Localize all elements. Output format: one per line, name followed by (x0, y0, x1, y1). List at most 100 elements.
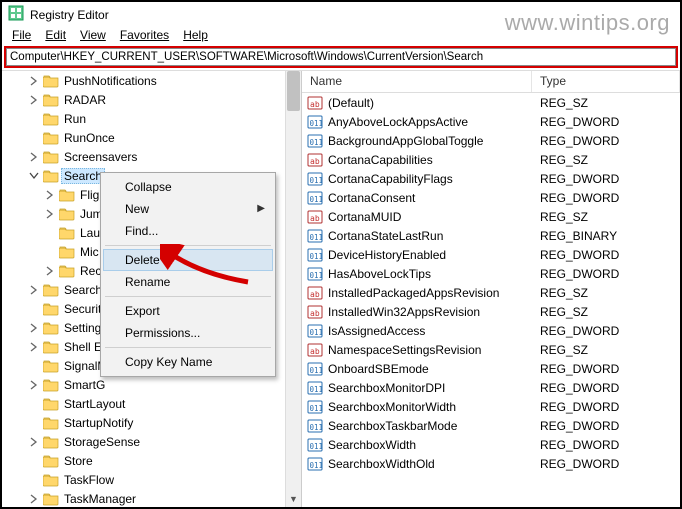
context-item-find[interactable]: Find... (103, 220, 273, 242)
twisty-icon[interactable] (27, 340, 41, 354)
reg-sz-icon: ab (306, 342, 324, 358)
twisty-icon[interactable] (27, 302, 41, 316)
value-name: AnyAboveLockAppsActive (328, 115, 536, 129)
twisty-icon[interactable] (43, 188, 57, 202)
context-menu[interactable]: Collapse New▶Find... Delete Rename ExportPer… (100, 172, 276, 377)
twisty-icon[interactable] (27, 131, 41, 145)
twisty-icon[interactable] (27, 454, 41, 468)
context-item-label: Rename (125, 275, 170, 289)
value-row[interactable]: 011CortanaConsentREG_DWORD (302, 188, 680, 207)
tree-item[interactable]: StartLayout (25, 394, 301, 413)
context-item-label: Collapse (125, 180, 172, 194)
context-item-collapse[interactable]: Collapse (103, 176, 273, 198)
svg-text:011: 011 (310, 442, 324, 451)
menu-separator (105, 347, 271, 348)
value-row[interactable]: 011CortanaCapabilityFlagsREG_DWORD (302, 169, 680, 188)
twisty-icon[interactable] (27, 359, 41, 373)
tree-item[interactable]: Run (25, 109, 301, 128)
folder-icon (59, 188, 75, 202)
twisty-icon[interactable] (27, 435, 41, 449)
reg-sz-icon: ab (306, 209, 324, 225)
twisty-icon[interactable] (27, 321, 41, 335)
twisty-icon[interactable] (27, 378, 41, 392)
menu-favorites[interactable]: Favorites (114, 26, 175, 44)
value-row[interactable]: ab(Default)REG_SZ (302, 93, 680, 112)
context-item-permissions[interactable]: Permissions... (103, 322, 273, 344)
menu-edit[interactable]: Edit (39, 26, 72, 44)
scroll-thumb[interactable] (287, 71, 300, 111)
twisty-icon[interactable] (27, 283, 41, 297)
value-row[interactable]: 011CortanaStateLastRunREG_BINARY (302, 226, 680, 245)
value-name: CortanaCapabilityFlags (328, 172, 536, 186)
context-item-export[interactable]: Export (103, 300, 273, 322)
scroll-down-icon[interactable]: ▼ (286, 491, 301, 507)
submenu-caret-icon: ▶ (257, 203, 265, 214)
context-item-copy-key-name[interactable]: Copy Key Name (103, 351, 273, 373)
tree-item[interactable]: StartupNotify (25, 413, 301, 432)
value-row[interactable]: abNamespaceSettingsRevisionREG_SZ (302, 340, 680, 359)
tree-scrollbar[interactable]: ▲ ▼ (285, 71, 301, 507)
twisty-icon[interactable] (27, 416, 41, 430)
twisty-icon[interactable] (43, 226, 57, 240)
value-list[interactable]: ab(Default)REG_SZ011AnyAboveLockAppsActi… (302, 93, 680, 473)
value-row[interactable]: abCortanaMUIDREG_SZ (302, 207, 680, 226)
twisty-icon[interactable] (27, 74, 41, 88)
value-row[interactable]: abCortanaCapabilitiesREG_SZ (302, 150, 680, 169)
value-row[interactable]: 011IsAssignedAccessREG_DWORD (302, 321, 680, 340)
menu-view[interactable]: View (74, 26, 112, 44)
twisty-icon[interactable] (43, 264, 57, 278)
tree-item-label: Screensavers (61, 150, 140, 164)
svg-text:011: 011 (310, 385, 324, 394)
folder-icon (43, 302, 59, 316)
value-row[interactable]: 011SearchboxWidthREG_DWORD (302, 435, 680, 454)
menu-file[interactable]: File (6, 26, 37, 44)
svg-text:ab: ab (310, 214, 320, 223)
value-row[interactable]: 011SearchboxMonitorDPIREG_DWORD (302, 378, 680, 397)
tree-item[interactable]: TaskManager (25, 489, 301, 507)
folder-icon (59, 264, 75, 278)
tree-item[interactable]: Store (25, 451, 301, 470)
twisty-icon[interactable] (43, 207, 57, 221)
context-item-delete[interactable]: Delete (103, 249, 273, 271)
twisty-icon[interactable] (27, 473, 41, 487)
svg-text:011: 011 (310, 404, 324, 413)
value-row[interactable]: 011DeviceHistoryEnabledREG_DWORD (302, 245, 680, 264)
column-type[interactable]: Type (532, 71, 680, 92)
value-row[interactable]: 011HasAboveLockTipsREG_DWORD (302, 264, 680, 283)
menu-help[interactable]: Help (177, 26, 214, 44)
context-item-new[interactable]: New▶ (103, 198, 273, 220)
svg-text:011: 011 (310, 461, 324, 470)
address-bar[interactable] (6, 48, 676, 66)
value-row[interactable]: abInstalledWin32AppsRevisionREG_SZ (302, 302, 680, 321)
window-title: Registry Editor (30, 8, 109, 22)
column-name[interactable]: Name (302, 71, 532, 92)
svg-text:011: 011 (310, 252, 324, 261)
tree-item[interactable]: RADAR (25, 90, 301, 109)
value-row[interactable]: 011AnyAboveLockAppsActiveREG_DWORD (302, 112, 680, 131)
twisty-icon[interactable] (27, 150, 41, 164)
tree-item[interactable]: RunOnce (25, 128, 301, 147)
value-row[interactable]: 011SearchboxMonitorWidthREG_DWORD (302, 397, 680, 416)
twisty-icon[interactable] (27, 397, 41, 411)
value-row[interactable]: 011SearchboxWidthOldREG_DWORD (302, 454, 680, 473)
value-row[interactable]: 011BackgroundAppGlobalToggleREG_DWORD (302, 131, 680, 150)
tree-item[interactable]: SmartG (25, 375, 301, 394)
tree-item[interactable]: StorageSense (25, 432, 301, 451)
folder-icon (59, 207, 75, 221)
tree-item[interactable]: Screensavers (25, 147, 301, 166)
twisty-icon[interactable] (27, 169, 41, 183)
value-row[interactable]: 011SearchboxTaskbarModeREG_DWORD (302, 416, 680, 435)
reg-bin-icon: 011 (306, 266, 324, 282)
folder-icon (43, 397, 59, 411)
context-item-rename[interactable]: Rename (103, 271, 273, 293)
twisty-icon[interactable] (43, 245, 57, 259)
tree-item[interactable]: TaskFlow (25, 470, 301, 489)
value-row[interactable]: 011OnboardSBEmodeREG_DWORD (302, 359, 680, 378)
twisty-icon[interactable] (27, 93, 41, 107)
twisty-icon[interactable] (27, 492, 41, 506)
address-bar-highlight (4, 46, 678, 68)
twisty-icon[interactable] (27, 112, 41, 126)
value-row[interactable]: abInstalledPackagedAppsRevisionREG_SZ (302, 283, 680, 302)
folder-icon (43, 359, 59, 373)
tree-item[interactable]: PushNotifications (25, 71, 301, 90)
